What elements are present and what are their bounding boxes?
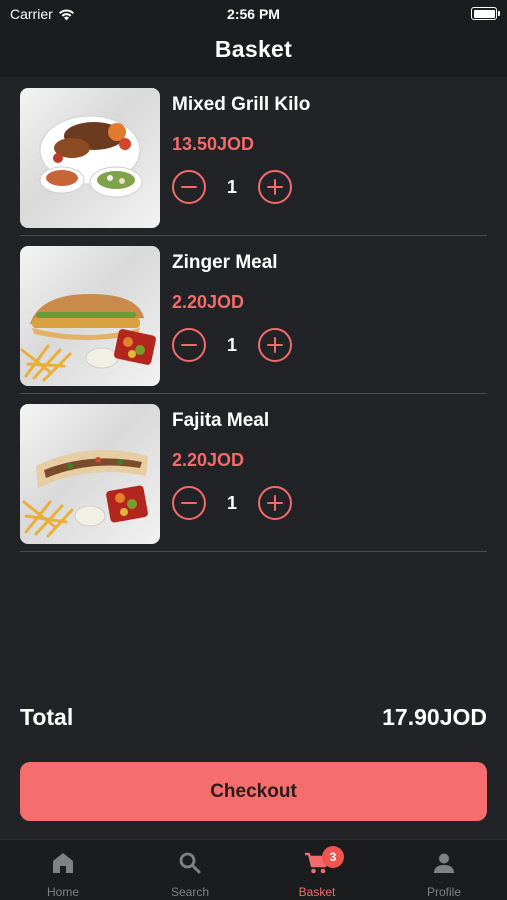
total-label: Total [20,704,74,730]
decrease-quantity-button[interactable] [172,486,206,520]
tab-search[interactable]: Search [127,840,253,900]
tab-label: Home [46,885,79,899]
search-icon [179,852,201,874]
status-time: 2:56 PM [227,6,280,22]
item-name: Zinger Meal [172,252,278,273]
tab-home[interactable]: Home [0,840,126,900]
item-price: 2.20JOD [172,292,245,312]
quantity-stepper: 1 [172,170,292,204]
decrease-quantity-button[interactable] [172,170,206,204]
battery-icon [471,7,500,20]
mixed-grill-photo [20,88,160,228]
item-name: Mixed Grill Kilo [172,94,311,115]
basket-item: Mixed Grill Kilo 13.50JOD 1 [20,78,487,236]
zinger-meal-photo [20,246,160,386]
status-bar: Carrier 2:56 PM [0,0,507,28]
checkout-button[interactable]: Checkout [20,762,487,821]
minus-icon [181,185,197,189]
basket-item: Fajita Meal 2.20JOD 1 [20,394,487,552]
page-title: Basket [214,36,293,62]
basket-item: Zinger Meal 2.20JOD 1 [20,236,487,394]
tab-bar: Home Search Basket 3 Profile [0,839,507,900]
item-name: Fajita Meal [172,410,270,431]
increase-quantity-button[interactable] [258,486,292,520]
home-icon [53,853,73,873]
quantity-stepper: 1 [172,486,292,520]
item-price: 2.20JOD [172,450,245,470]
quantity-stepper: 1 [172,328,292,362]
tab-basket[interactable]: Basket [254,840,380,900]
quantity-value: 1 [226,492,237,513]
minus-icon [181,501,197,505]
tab-label: Search [170,885,210,899]
item-price: 13.50JOD [172,134,255,154]
fajita-meal-photo [20,404,160,544]
decrease-quantity-button[interactable] [172,328,206,362]
increase-quantity-button[interactable] [258,170,292,204]
tab-profile[interactable]: Profile [381,840,507,900]
top-bar: Carrier 2:56 PM Basket [0,0,507,77]
tab-label: Profile [426,885,461,899]
total-value: 17.90JOD [382,704,487,730]
person-icon [434,853,454,873]
minus-icon [181,343,197,347]
quantity-value: 1 [226,176,237,197]
quantity-value: 1 [226,334,237,355]
cart-count-badge: 3 [322,846,344,868]
increase-quantity-button[interactable] [258,328,292,362]
tab-label: Basket [298,885,336,899]
